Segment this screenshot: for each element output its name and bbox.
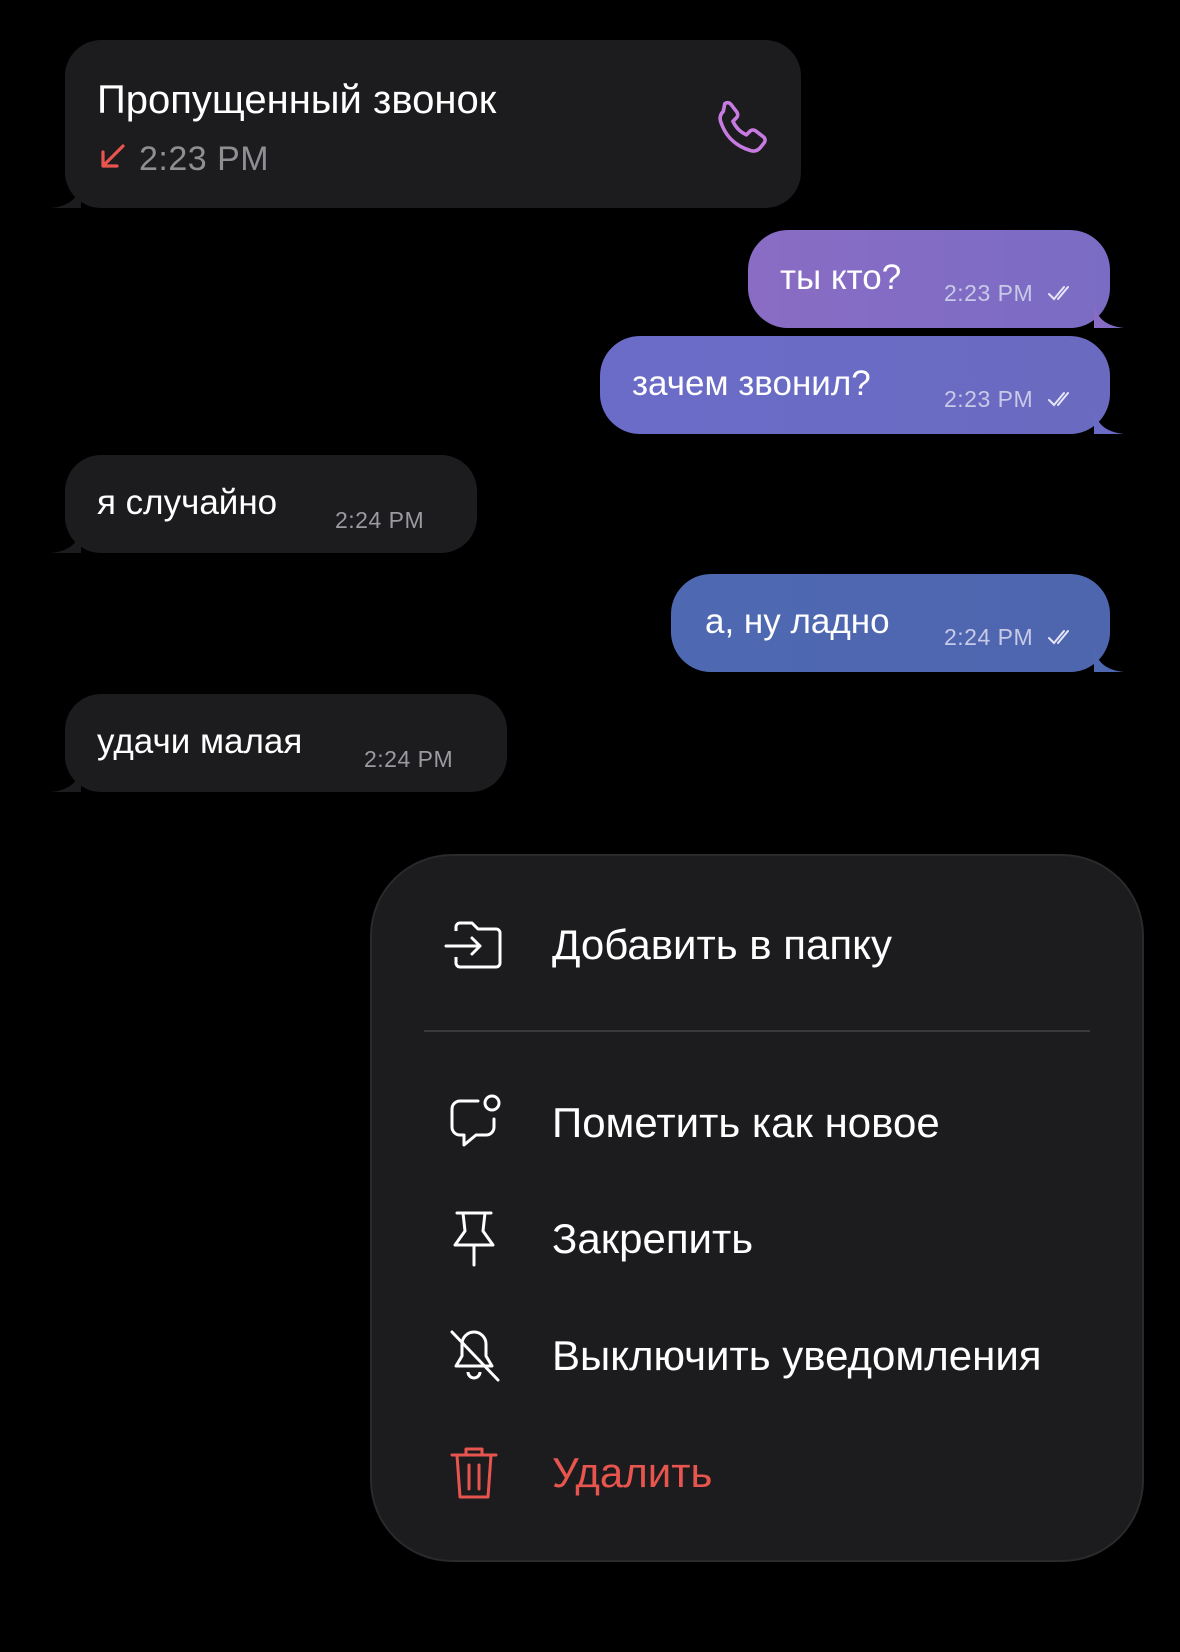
message-text: зачем звонил? [632, 364, 871, 403]
message-time: 2:23 PM [944, 386, 1076, 414]
message-text: удачи малая [97, 722, 303, 761]
menu-item-label: Закрепить [552, 1215, 754, 1262]
missed-call-time: 2:23 PM [139, 140, 270, 178]
message-text: а, ну ладно [705, 602, 890, 641]
message-time: 2:24 PM [944, 624, 1076, 652]
message-outgoing[interactable]: зачем звонил? 2:23 PM [600, 336, 1110, 434]
message-text: я случайно [97, 483, 278, 522]
menu-item-label: Удалить [552, 1449, 713, 1496]
missed-call-arrow-icon [97, 142, 127, 177]
missed-call-title: Пропущенный звонок [97, 78, 497, 122]
chat-badge-icon [444, 1093, 504, 1153]
read-checks-icon [1048, 281, 1076, 308]
menu-item-label: Выключить уведомления [552, 1332, 1042, 1379]
folder-add-icon [444, 915, 504, 975]
menu-item-add-to-folder[interactable]: Добавить в папку [372, 900, 1142, 990]
message-time: 2:23 PM [944, 280, 1076, 308]
message-incoming[interactable]: я случайно 2:24 PM [65, 455, 477, 553]
message-time: 2:24 PM [364, 746, 454, 772]
message-incoming[interactable]: удачи малая 2:24 PM [65, 694, 507, 792]
bell-off-icon [444, 1326, 504, 1386]
menu-item-mute[interactable]: Выключить уведомления [372, 1311, 1142, 1401]
menu-item-mark-as-new[interactable]: Пометить как новое [372, 1078, 1142, 1168]
message-text: ты кто? [780, 258, 902, 297]
menu-item-label: Добавить в папку [552, 921, 892, 968]
menu-item-pin[interactable]: Закрепить [372, 1194, 1142, 1284]
message-time: 2:24 PM [335, 507, 425, 533]
menu-item-label: Пометить как новое [552, 1099, 940, 1146]
menu-item-delete[interactable]: Удалить [372, 1428, 1142, 1518]
context-menu: Добавить в папку Пометить как новое Закр… [372, 856, 1142, 1560]
read-checks-icon [1048, 387, 1076, 414]
pin-icon [444, 1209, 504, 1269]
message-outgoing[interactable]: ты кто? 2:23 PM [748, 230, 1110, 328]
menu-divider [424, 1030, 1090, 1032]
missed-call-meta: 2:23 PM [97, 140, 269, 179]
message-outgoing[interactable]: а, ну ладно 2:24 PM [671, 574, 1110, 672]
read-checks-icon [1048, 625, 1076, 652]
trash-icon [444, 1443, 504, 1503]
phone-icon[interactable] [705, 94, 777, 171]
chat-preview: Пропущенный звонок 2:23 PM ты кто? 2:23 … [35, 0, 1143, 820]
missed-call-bubble[interactable]: Пропущенный звонок 2:23 PM [65, 40, 801, 208]
